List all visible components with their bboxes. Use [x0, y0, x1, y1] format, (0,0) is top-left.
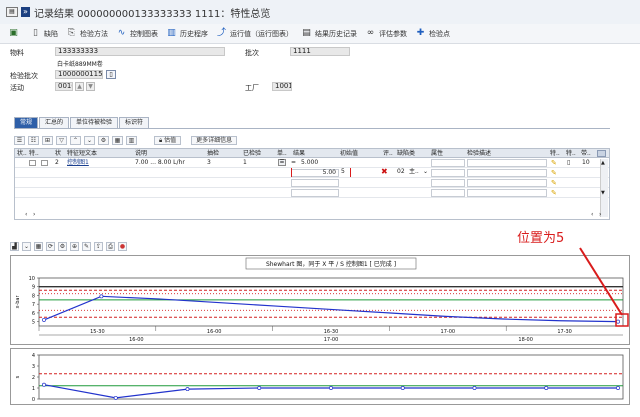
annotation-overlay [579, 247, 629, 327]
annotation-target-box [615, 313, 629, 327]
annotation-arrow [579, 247, 623, 316]
